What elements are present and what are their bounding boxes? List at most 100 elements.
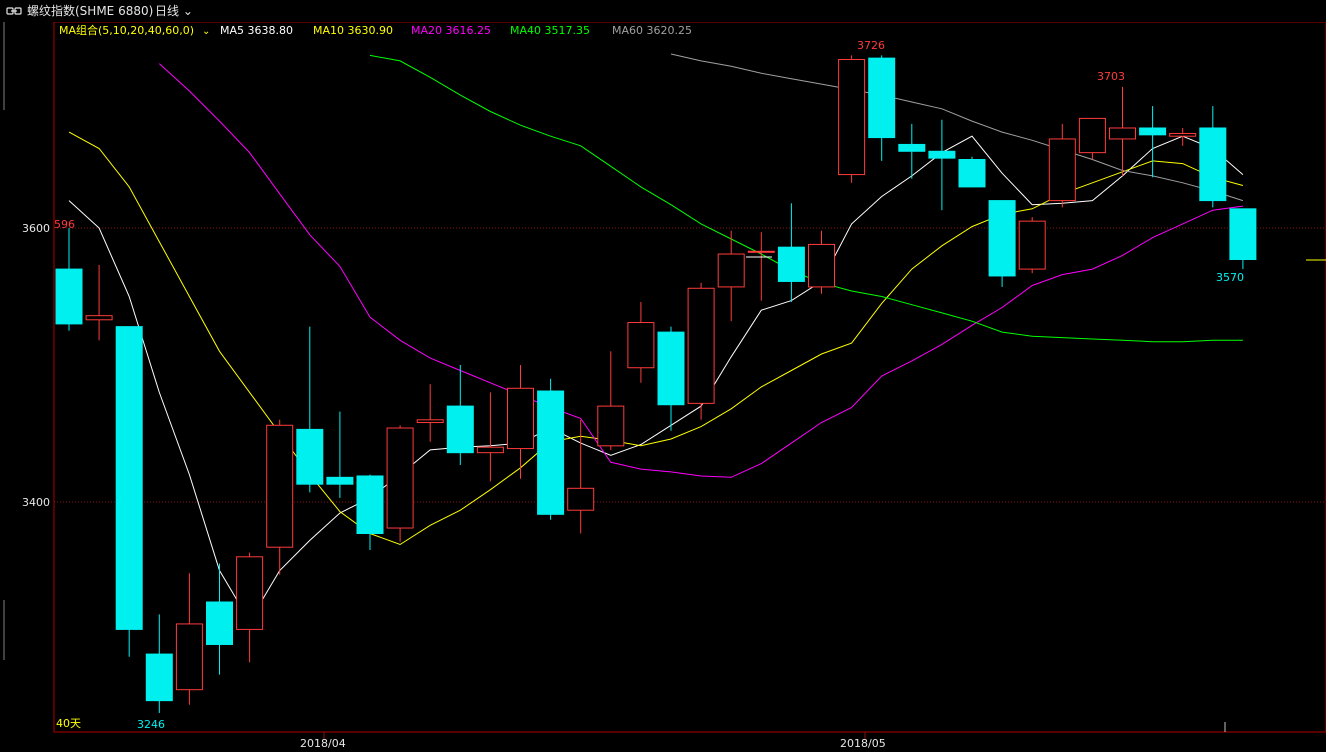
candle xyxy=(1048,123,1076,208)
candle-body xyxy=(657,331,685,406)
candle xyxy=(868,55,896,161)
candle xyxy=(1018,217,1046,274)
candle-body xyxy=(988,200,1016,277)
candle xyxy=(85,264,113,341)
candle xyxy=(296,326,324,493)
title-bar: 螺纹指数(SHME 6880) 日线 ⌄ xyxy=(0,0,1326,22)
candle xyxy=(988,200,1016,287)
ma20-legend: MA20 3616.25 xyxy=(411,24,491,37)
candle xyxy=(928,119,956,211)
candle-body xyxy=(266,424,294,548)
ma40-legend: MA40 3517.35 xyxy=(510,24,590,37)
y-tick-3600: 3600 xyxy=(22,222,50,235)
ma60-line xyxy=(670,53,1244,202)
candle-body xyxy=(747,250,775,253)
ma10-legend: MA10 3630.90 xyxy=(313,24,393,37)
high-label-1: 3726 xyxy=(857,39,885,52)
candle-body xyxy=(326,476,354,485)
ma40-line xyxy=(369,54,1243,343)
ma-group-chevron-icon[interactable]: ⌄ xyxy=(202,26,210,37)
candle xyxy=(1078,117,1106,160)
candle xyxy=(175,573,203,705)
x-label-may: 2018/05 xyxy=(840,737,886,750)
candle-body xyxy=(1169,132,1197,137)
candle-body xyxy=(1048,138,1076,202)
candle xyxy=(627,301,655,383)
last-low-label: 3570 xyxy=(1216,271,1244,284)
link-icon[interactable] xyxy=(6,5,22,17)
candle xyxy=(567,419,595,534)
chevron-down-icon: ⌄ xyxy=(179,4,193,18)
candle-body xyxy=(1139,127,1167,136)
candle-body xyxy=(55,268,83,325)
candle xyxy=(206,563,233,675)
candle-body xyxy=(537,390,565,515)
candle xyxy=(416,384,444,442)
candle xyxy=(747,232,775,301)
candle-body xyxy=(446,405,474,454)
candle-body xyxy=(296,428,324,485)
candle xyxy=(657,326,685,431)
candle-body xyxy=(627,322,655,369)
candle-body xyxy=(1109,127,1136,140)
candle-body xyxy=(1199,127,1227,202)
candle xyxy=(326,411,354,498)
candle-body xyxy=(386,427,414,529)
candle xyxy=(777,203,805,302)
candle xyxy=(898,123,926,179)
candle xyxy=(1199,106,1227,208)
candle-body xyxy=(507,387,534,450)
candle-body xyxy=(145,653,173,702)
candle xyxy=(1139,106,1167,178)
candle-body xyxy=(1229,208,1257,261)
candle xyxy=(476,392,504,482)
candle xyxy=(1109,86,1136,176)
ma-group-label[interactable]: MA组合(5,10,20,40,60,0) xyxy=(59,23,194,37)
candle-body xyxy=(1078,117,1106,154)
candle xyxy=(507,365,534,479)
candle-body xyxy=(356,475,384,535)
period-selector[interactable]: 日线 ⌄ xyxy=(155,4,193,18)
candle xyxy=(958,156,986,188)
kline-chart[interactable]: 3600 3400 2018/04 2018/05 596 3726 3703 … xyxy=(0,0,1326,752)
candle-body xyxy=(717,253,745,288)
high-label-2: 3703 xyxy=(1097,70,1125,83)
period-label: 日线 xyxy=(155,4,180,18)
candle-body xyxy=(597,405,625,447)
candle xyxy=(1229,208,1257,270)
candle xyxy=(717,230,745,322)
candle-body xyxy=(416,419,444,424)
candle-body xyxy=(958,159,986,188)
candle xyxy=(597,351,625,450)
candle-body xyxy=(777,246,805,282)
candle-body xyxy=(115,326,143,630)
ma5-legend: MA5 3638.80 xyxy=(220,24,293,37)
candle xyxy=(687,282,715,420)
y-tick-3400: 3400 xyxy=(22,496,50,509)
left-price-label: 596 xyxy=(54,218,75,231)
instrument-title: 螺纹指数(SHME 6880) xyxy=(27,4,154,18)
candle-body xyxy=(928,150,956,159)
low-label: 3246 xyxy=(137,718,165,731)
candle-body xyxy=(85,315,113,321)
candle-body xyxy=(868,57,896,139)
candle xyxy=(115,326,143,657)
ma60-legend: MA60 3620.25 xyxy=(612,24,692,37)
candle xyxy=(537,378,565,520)
candle xyxy=(55,228,83,331)
candle-body xyxy=(1018,220,1046,270)
ma-legend[interactable]: MA组合(5,10,20,40,60,0) ⌄ MA5 3638.80 MA10… xyxy=(59,23,692,37)
candle xyxy=(1169,127,1197,146)
candle xyxy=(838,55,866,183)
candle-body xyxy=(838,58,866,176)
candle-body xyxy=(898,143,926,152)
candle-body xyxy=(687,287,715,404)
candle-body xyxy=(236,556,264,630)
candle xyxy=(145,614,173,713)
candle-body xyxy=(206,601,233,645)
ma5-line xyxy=(68,135,1244,623)
candle xyxy=(446,365,474,466)
candle-body xyxy=(808,243,835,288)
x-label-april: 2018/04 xyxy=(300,737,346,750)
candle xyxy=(808,230,835,294)
